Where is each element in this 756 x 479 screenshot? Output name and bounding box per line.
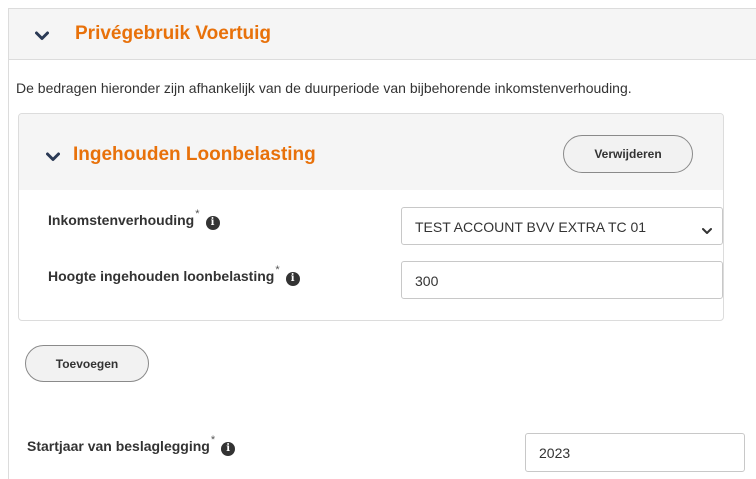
start-year-label-text: Startjaar van beslaglegging [27, 438, 210, 454]
info-icon[interactable]: i [285, 272, 300, 286]
ingehouden-loonbelasting-header[interactable]: Ingehouden Loonbelasting Verwijderen [19, 114, 723, 190]
remove-button[interactable]: Verwijderen [563, 135, 693, 173]
withheld-amount-value: 300 [415, 273, 439, 289]
income-relation-label: Inkomstenverhouding* i [48, 208, 220, 230]
section-intro-text: De bedragen hieronder zijn afhankelijk v… [16, 80, 632, 96]
income-relation-select[interactable]: TEST ACCOUNT BVV EXTRA TC 01 [401, 207, 723, 245]
section-title: Privégebruik Voertuig [75, 23, 272, 44]
privegebruik-voertuig-header[interactable]: Privégebruik Voertuig [9, 9, 756, 60]
withheld-amount-label-text: Hoogte ingehouden loonbelasting [48, 268, 275, 284]
withheld-amount-label: Hoogte ingehouden loonbelasting* i [48, 264, 300, 286]
start-year-label: Startjaar van beslaglegging* i [27, 434, 236, 456]
required-marker: * [195, 208, 200, 220]
required-marker: * [210, 434, 216, 446]
income-relation-select-value: TEST ACCOUNT BVV EXTRA TC 01 [415, 219, 647, 235]
start-year-value: 2023 [539, 445, 571, 461]
info-icon[interactable]: i [221, 442, 236, 456]
required-marker: * [275, 264, 280, 276]
subsection-title: Ingehouden Loonbelasting [73, 144, 316, 165]
income-relation-label-text: Inkomstenverhouding [48, 212, 195, 228]
start-year-input[interactable]: 2023 [525, 433, 745, 472]
ingehouden-loonbelasting-panel: Ingehouden Loonbelasting Verwijderen Ink… [18, 113, 724, 321]
add-button[interactable]: Toevoegen [25, 345, 149, 382]
caret-down-icon [702, 222, 712, 238]
chevron-down-icon[interactable] [35, 31, 51, 43]
chevron-down-icon[interactable] [46, 152, 62, 164]
withheld-amount-input[interactable]: 300 [401, 261, 723, 299]
info-icon[interactable]: i [205, 216, 220, 230]
